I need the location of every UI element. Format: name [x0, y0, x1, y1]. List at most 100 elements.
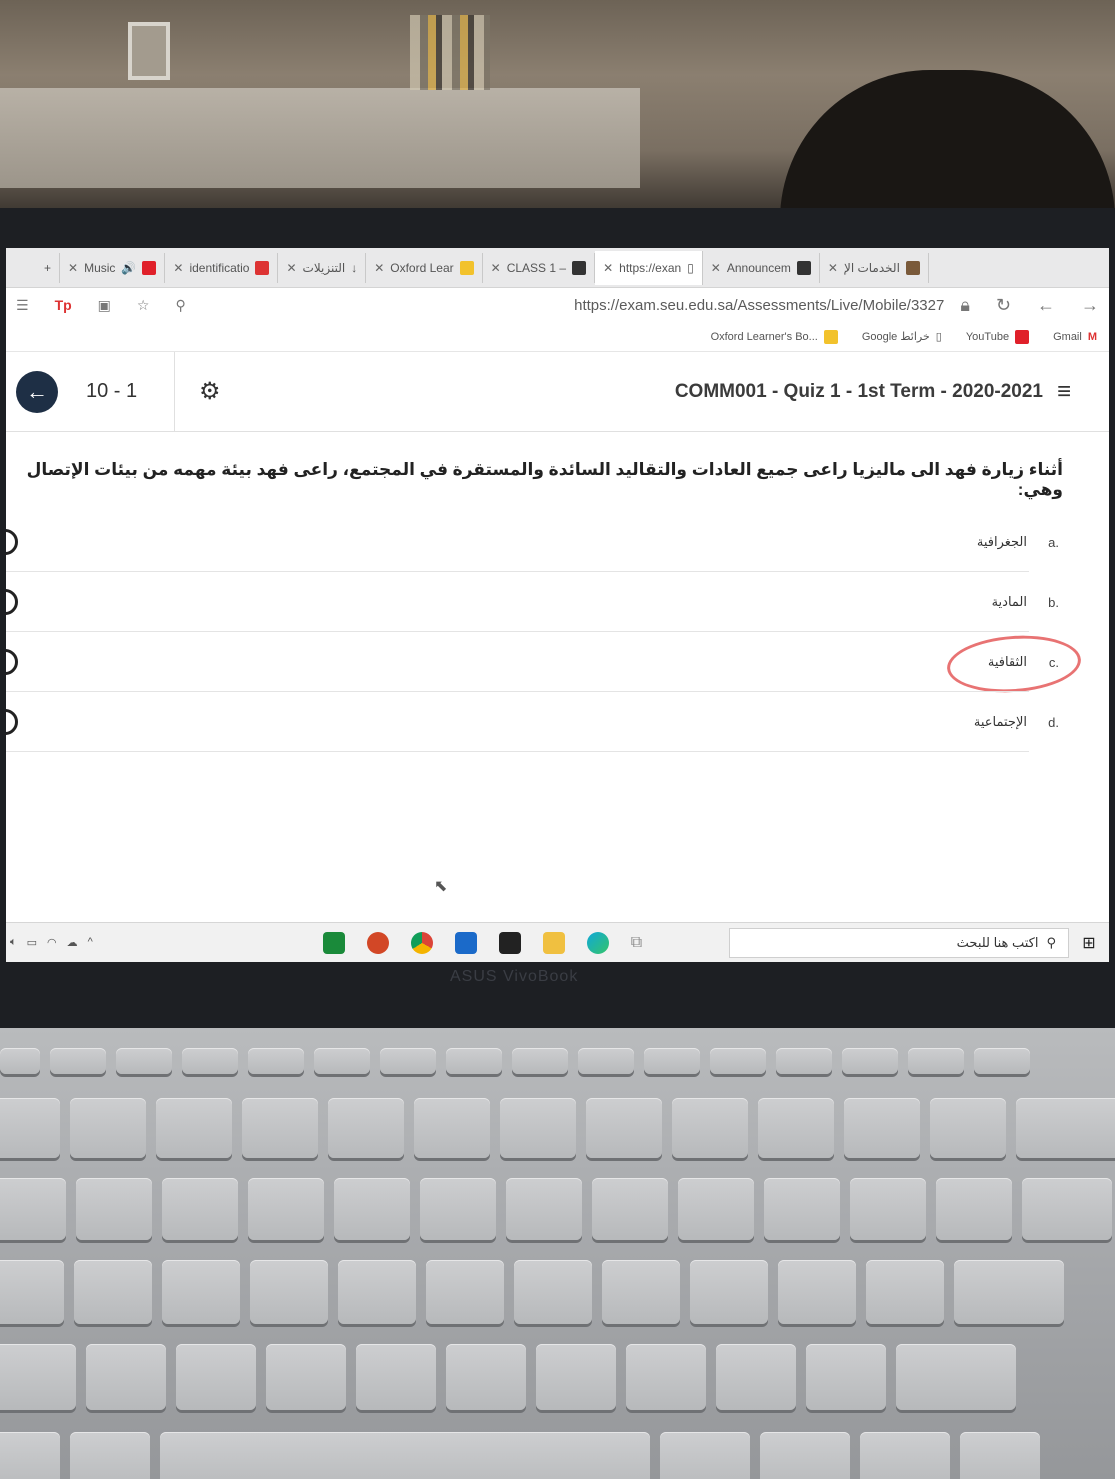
key[interactable]	[710, 1048, 766, 1074]
back-button[interactable]: ←	[16, 370, 58, 413]
battery-icon[interactable]: ▭	[27, 936, 37, 949]
key[interactable]	[578, 1048, 634, 1074]
key[interactable]	[0, 1178, 66, 1240]
tab-class[interactable]: ✕ CLASS 1 –	[483, 252, 596, 283]
key[interactable]	[592, 1178, 668, 1240]
key[interactable]	[960, 1432, 1040, 1479]
pocket-icon[interactable]: ▣	[98, 297, 111, 314]
new-tab-button[interactable]: +	[36, 252, 61, 283]
key[interactable]	[514, 1260, 592, 1324]
key[interactable]	[242, 1098, 318, 1158]
chrome-icon[interactable]	[410, 931, 433, 954]
radio-button[interactable]	[6, 649, 18, 675]
radio-button[interactable]	[6, 709, 18, 735]
key[interactable]	[778, 1260, 856, 1324]
close-icon[interactable]: ✕	[286, 261, 296, 275]
favorite-youtube[interactable]: YouTube	[966, 329, 1030, 344]
forward-icon[interactable]: ←	[1037, 295, 1055, 316]
key[interactable]	[844, 1098, 920, 1158]
key[interactable]	[328, 1098, 404, 1158]
key[interactable]	[0, 1098, 60, 1158]
wifi-icon[interactable]: ◠	[47, 936, 57, 949]
key[interactable]	[842, 1048, 898, 1074]
key[interactable]	[266, 1344, 346, 1410]
key[interactable]	[162, 1178, 238, 1240]
key[interactable]	[162, 1260, 240, 1324]
key-icon[interactable]: ⚲	[175, 297, 185, 314]
favorite-gmail[interactable]: Gmail M	[1053, 331, 1097, 343]
store-icon[interactable]	[498, 931, 521, 954]
key[interactable]	[716, 1344, 796, 1410]
key[interactable]	[806, 1344, 886, 1410]
key[interactable]	[182, 1048, 238, 1074]
key[interactable]	[1022, 1178, 1112, 1240]
key[interactable]	[334, 1178, 410, 1240]
key[interactable]	[176, 1344, 256, 1410]
key[interactable]	[954, 1260, 1064, 1324]
key[interactable]	[866, 1260, 944, 1324]
task-view-icon[interactable]: ⧉	[631, 934, 642, 952]
key[interactable]	[76, 1178, 152, 1240]
key[interactable]	[248, 1178, 324, 1240]
tab-oxford[interactable]: ✕ Oxford Lear	[366, 252, 483, 283]
key[interactable]	[248, 1048, 304, 1074]
close-icon[interactable]: ✕	[68, 261, 78, 275]
key[interactable]	[116, 1048, 172, 1074]
key[interactable]	[250, 1260, 328, 1324]
key[interactable]	[426, 1260, 504, 1324]
option-b[interactable]: b. المادية	[6, 572, 1109, 632]
key[interactable]	[1016, 1098, 1115, 1158]
option-c[interactable]: c. الثقافية	[6, 631, 1109, 697]
option-a[interactable]: a. الجغرافية	[6, 512, 1109, 572]
key[interactable]	[50, 1048, 106, 1074]
key[interactable]	[860, 1432, 950, 1479]
favorite-star-icon[interactable]: ☆	[137, 297, 150, 314]
url-field[interactable]: https://exam.seu.edu.sa/Assessments/Live…	[574, 297, 944, 314]
key[interactable]	[0, 1344, 76, 1410]
favorite-google-maps[interactable]: Google خرائط ▯	[862, 330, 942, 343]
key[interactable]	[850, 1178, 926, 1240]
tab-downloads[interactable]: ✕ التنزيلات ↓	[278, 252, 367, 283]
key[interactable]	[690, 1260, 768, 1324]
key[interactable]	[512, 1048, 568, 1074]
windows-start-icon[interactable]: ⊞	[1069, 933, 1109, 953]
menu-icon[interactable]: ≡	[1057, 378, 1071, 406]
gear-icon[interactable]: ⚙	[199, 377, 221, 406]
key[interactable]	[506, 1178, 582, 1240]
option-d[interactable]: d. الإجتماعية	[6, 692, 1109, 752]
key[interactable]	[446, 1344, 526, 1410]
file-explorer-icon[interactable]	[542, 931, 565, 954]
key[interactable]	[70, 1098, 146, 1158]
close-icon[interactable]: ✕	[603, 261, 613, 275]
key[interactable]	[678, 1178, 754, 1240]
key[interactable]	[420, 1178, 496, 1240]
key[interactable]	[446, 1048, 502, 1074]
key[interactable]	[86, 1344, 166, 1410]
radio-button[interactable]	[6, 589, 18, 615]
key[interactable]	[74, 1260, 152, 1324]
key[interactable]	[500, 1098, 576, 1158]
key[interactable]	[536, 1344, 616, 1410]
close-icon[interactable]: ✕	[828, 261, 838, 275]
translate-extension-icon[interactable]: Tp	[55, 297, 72, 313]
key[interactable]	[776, 1048, 832, 1074]
key[interactable]	[338, 1260, 416, 1324]
key[interactable]	[936, 1178, 1012, 1240]
mail-icon[interactable]	[454, 931, 477, 954]
chevron-up-icon[interactable]: ^	[88, 936, 93, 949]
key[interactable]	[974, 1048, 1030, 1074]
tab-music[interactable]: ✕ Music 🔊	[60, 252, 166, 283]
back-icon[interactable]: →	[1081, 295, 1099, 316]
key[interactable]	[660, 1432, 750, 1479]
key[interactable]	[356, 1344, 436, 1410]
tab-services[interactable]: ✕ الخدمات الإ	[820, 252, 929, 283]
key[interactable]	[644, 1048, 700, 1074]
edge-icon[interactable]	[586, 931, 609, 954]
key[interactable]	[908, 1048, 964, 1074]
refresh-icon[interactable]: ↻	[996, 295, 1011, 316]
close-icon[interactable]: ✕	[374, 261, 384, 275]
key[interactable]	[602, 1260, 680, 1324]
key[interactable]	[70, 1432, 150, 1479]
key[interactable]	[586, 1098, 662, 1158]
key[interactable]	[760, 1432, 850, 1479]
